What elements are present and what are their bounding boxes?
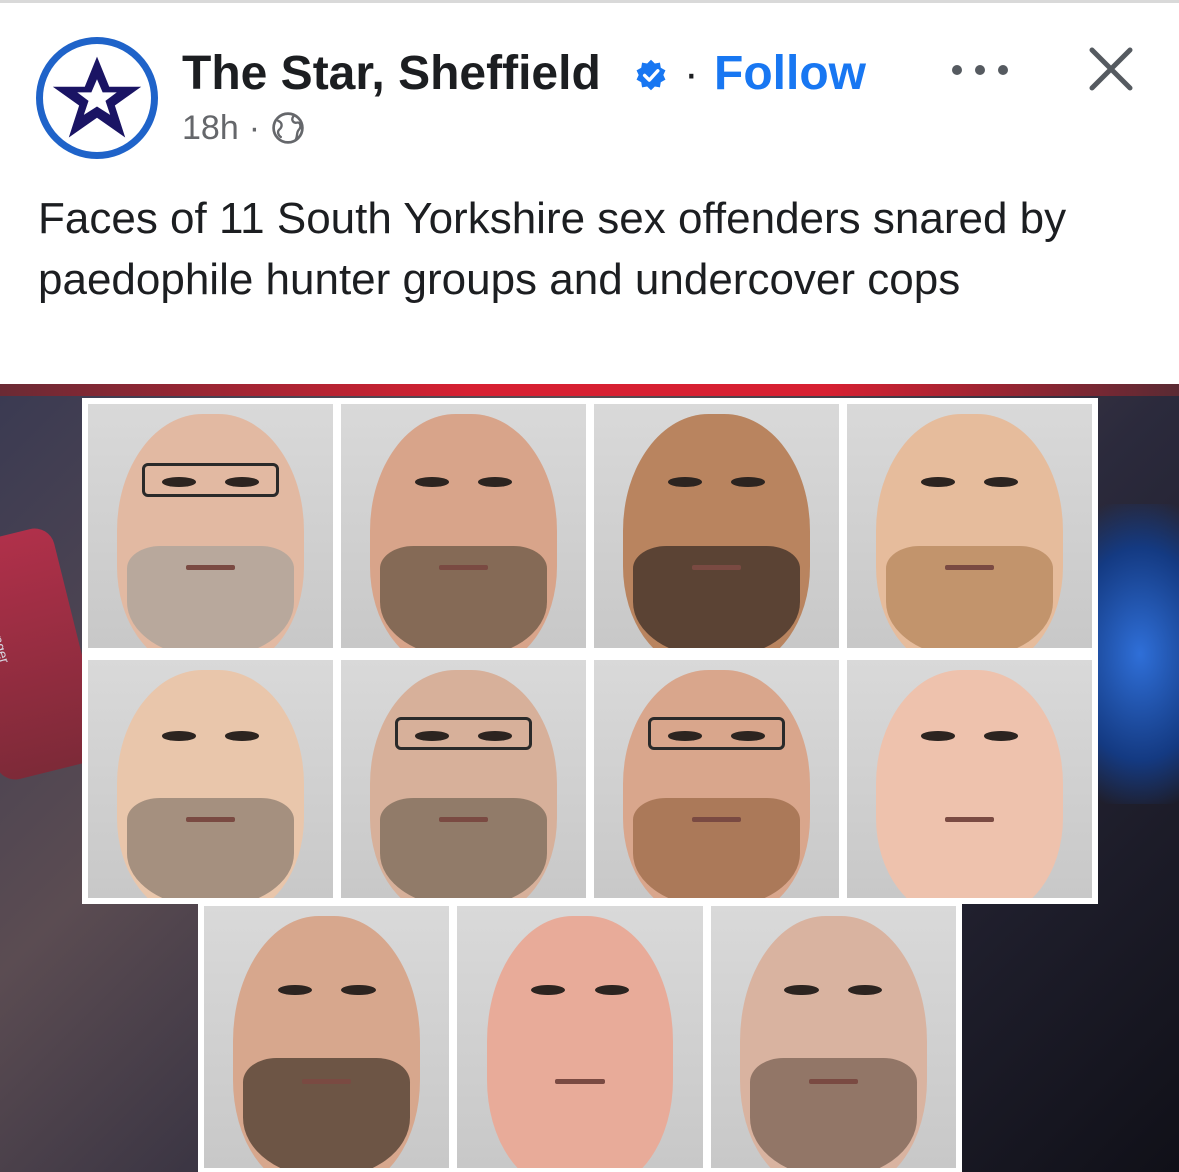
star-logo-icon bbox=[52, 56, 142, 138]
beard bbox=[633, 545, 800, 648]
eye bbox=[414, 477, 449, 487]
eye bbox=[848, 984, 883, 996]
more-dot-icon bbox=[998, 65, 1008, 75]
more-dot-icon bbox=[975, 65, 985, 75]
mugshot bbox=[847, 660, 1092, 898]
verified-badge-icon bbox=[636, 59, 666, 91]
more-dot-icon bbox=[952, 65, 962, 75]
more-options-button[interactable] bbox=[952, 56, 1008, 84]
mugshot bbox=[204, 906, 450, 1168]
collage-row bbox=[198, 900, 962, 1172]
separator-dot: · bbox=[684, 49, 699, 98]
beard bbox=[243, 1057, 411, 1168]
close-icon[interactable] bbox=[1086, 44, 1136, 94]
glasses bbox=[141, 462, 280, 497]
mugshot bbox=[594, 404, 839, 648]
beard bbox=[886, 545, 1053, 648]
decorative-band bbox=[0, 384, 1179, 396]
post-card: The Star, Sheffield · Follow 18h · Faces… bbox=[0, 0, 1179, 1172]
collage-row bbox=[82, 398, 1098, 654]
face bbox=[876, 669, 1063, 898]
separator-dot: · bbox=[248, 109, 261, 147]
eye bbox=[667, 477, 702, 487]
eye bbox=[277, 984, 312, 996]
mugshot bbox=[88, 660, 333, 898]
face bbox=[486, 916, 674, 1168]
post-meta: 18h · bbox=[182, 108, 306, 148]
beard bbox=[633, 798, 800, 898]
mouth bbox=[945, 817, 994, 822]
mouth bbox=[945, 565, 994, 570]
beard bbox=[380, 545, 547, 648]
eye bbox=[984, 731, 1019, 741]
timestamp[interactable]: 18h bbox=[182, 108, 239, 148]
mouth bbox=[186, 565, 235, 570]
divider bbox=[0, 0, 1179, 3]
globe-icon[interactable] bbox=[270, 110, 306, 146]
eye bbox=[920, 477, 955, 487]
mouth bbox=[692, 817, 741, 822]
beard bbox=[749, 1057, 917, 1168]
mugshot bbox=[457, 906, 703, 1168]
mugshot bbox=[847, 404, 1092, 648]
collage-row bbox=[82, 654, 1098, 904]
page-avatar[interactable] bbox=[36, 37, 158, 159]
beard bbox=[380, 798, 547, 898]
mouth bbox=[186, 817, 235, 822]
eye bbox=[784, 984, 819, 996]
mugshot bbox=[710, 906, 956, 1168]
eye bbox=[478, 477, 513, 487]
eye bbox=[341, 984, 376, 996]
mouth bbox=[808, 1078, 858, 1085]
beard bbox=[127, 798, 294, 898]
follow-button[interactable]: Follow bbox=[714, 44, 866, 104]
eye bbox=[161, 731, 196, 741]
mugshot bbox=[88, 404, 333, 648]
glasses bbox=[647, 717, 786, 751]
glasses bbox=[394, 717, 533, 751]
post-image[interactable]: Messenger bbox=[0, 384, 1179, 1172]
mugshot bbox=[341, 404, 586, 648]
eye bbox=[225, 731, 260, 741]
eye bbox=[984, 477, 1019, 487]
post-caption: Faces of 11 South Yorkshire sex offender… bbox=[38, 194, 1067, 304]
eye bbox=[920, 731, 955, 741]
mouth bbox=[439, 565, 488, 570]
mugshot bbox=[341, 660, 586, 898]
mouth bbox=[439, 817, 488, 822]
beard bbox=[127, 545, 294, 648]
mouth bbox=[692, 565, 741, 570]
mugshot bbox=[594, 660, 839, 898]
mouth bbox=[302, 1078, 352, 1085]
mugshot-collage bbox=[82, 398, 1098, 1172]
eye bbox=[731, 477, 766, 487]
page-name[interactable]: The Star, Sheffield bbox=[182, 44, 601, 104]
eye bbox=[594, 984, 630, 996]
mouth bbox=[555, 1078, 605, 1085]
eye bbox=[530, 984, 566, 996]
